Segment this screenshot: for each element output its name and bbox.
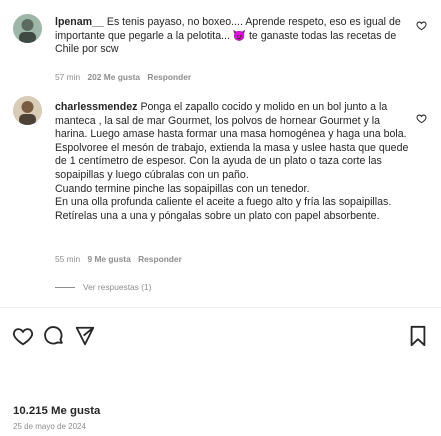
view-replies-label: Ver respuestas (1) <box>83 282 152 292</box>
avatar[interactable] <box>13 96 42 125</box>
comment-time: 55 min <box>55 254 81 264</box>
comment-time: 57 min <box>55 72 81 82</box>
comment-body: Es tenis payaso, no boxeo.... Aprende re… <box>55 16 401 56</box>
reply-button[interactable]: Responder <box>138 254 182 264</box>
post-actions <box>0 325 441 347</box>
comment-icon[interactable] <box>43 325 65 347</box>
comment-text: charlessmendez Ponga el zapallo cocido y … <box>55 101 415 223</box>
comment-meta: 57 min 202 Me gusta Responder <box>55 72 196 82</box>
comment-paragraph: Cuando termine pinche las sopaipillas co… <box>55 182 310 195</box>
avatar[interactable] <box>13 14 42 43</box>
comment-likes[interactable]: 202 Me gusta <box>87 72 140 82</box>
comment-likes[interactable]: 9 Me gusta <box>87 254 130 264</box>
view-replies-button[interactable]: Ver respuestas (1) <box>55 282 151 292</box>
bookmark-icon[interactable] <box>408 325 428 347</box>
reply-button[interactable]: Responder <box>147 72 191 82</box>
comment-username[interactable]: charlessmendez <box>55 101 137 113</box>
divider <box>0 307 441 308</box>
comment-text: lpenam__ Es tenis payaso, no boxeo.... Ap… <box>55 16 415 57</box>
replies-line <box>55 286 75 288</box>
heart-icon[interactable] <box>416 113 427 124</box>
heart-icon[interactable] <box>416 20 427 31</box>
comment-meta: 55 min 9 Me gusta Responder <box>55 254 187 264</box>
post-likes[interactable]: 10.215 Me gusta <box>13 405 100 417</box>
comment-paragraph: Espolvoree el mesón de trabajo, extienda… <box>55 141 409 181</box>
heart-icon[interactable] <box>12 325 34 347</box>
comment-paragraph: En una olla profunda caliente el aceite … <box>55 196 392 222</box>
comment-username[interactable]: lpenam__ <box>55 16 104 28</box>
send-icon[interactable] <box>74 325 96 347</box>
post-date: 25 de mayo de 2024 <box>13 422 86 431</box>
